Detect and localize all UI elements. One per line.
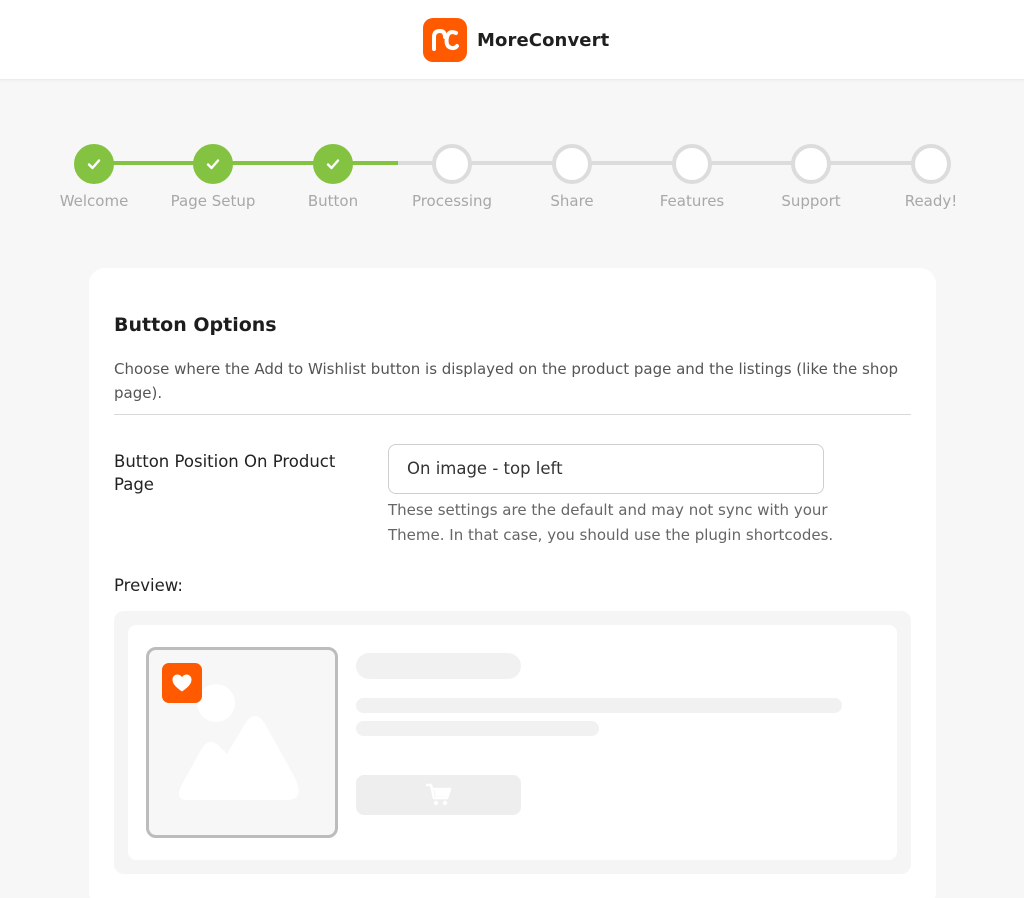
preview-label: Preview: (114, 576, 183, 595)
step-label: Features (659, 192, 725, 210)
step-label: Support (781, 192, 841, 210)
preview-panel (114, 611, 911, 874)
step-label: Welcome (59, 192, 129, 210)
text-placeholder-bar (356, 698, 842, 713)
step-check-icon (193, 144, 233, 184)
title-placeholder-bar (356, 653, 521, 679)
step-label: Ready! (904, 192, 958, 210)
button-position-label: Button Position On Product Page (114, 452, 336, 494)
divider (114, 414, 911, 415)
step-empty-circle-icon (911, 144, 951, 184)
wishlist-button-preview[interactable] (162, 663, 202, 703)
step-empty-circle-icon (552, 144, 592, 184)
step-check-icon (313, 144, 353, 184)
step-processing[interactable]: Processing (392, 144, 512, 210)
brand-logo[interactable]: MoreConvert (423, 18, 609, 62)
brand-name: MoreConvert (477, 29, 610, 51)
step-welcome[interactable]: Welcome (34, 144, 154, 210)
button-position-hint: These settings are the default and may n… (388, 501, 834, 544)
step-label: Button (307, 192, 359, 210)
button-position-select[interactable]: On image - top left (388, 444, 824, 494)
step-features[interactable]: Features (632, 144, 752, 210)
step-empty-circle-icon (791, 144, 831, 184)
card-title: Button Options (114, 314, 277, 336)
step-label: Page Setup (170, 192, 256, 210)
heart-icon (172, 674, 192, 692)
step-support[interactable]: Support (751, 144, 871, 210)
add-to-cart-placeholder (356, 775, 521, 815)
step-empty-circle-icon (432, 144, 472, 184)
step-share[interactable]: Share (512, 144, 632, 210)
step-page-setup[interactable]: Page Setup (153, 144, 273, 210)
step-ready[interactable]: Ready! (871, 144, 991, 210)
product-image-placeholder (146, 647, 338, 838)
cart-icon (425, 783, 451, 806)
product-preview (128, 625, 897, 860)
step-empty-circle-icon (672, 144, 712, 184)
card-description: Choose where the Add to Wishlist button … (114, 360, 899, 402)
step-label: Processing (411, 192, 493, 210)
button-options-card: Button Options Choose where the Add to W… (89, 268, 936, 898)
step-check-icon (74, 144, 114, 184)
step-button[interactable]: Button (273, 144, 393, 210)
step-label: Share (550, 192, 594, 210)
top-header: MoreConvert (0, 0, 1024, 80)
moreconvert-logo-icon (423, 18, 467, 62)
text-placeholder-bar (356, 721, 599, 736)
setup-stepper: Welcome Page Setup Button Processing Sha… (0, 140, 1024, 230)
